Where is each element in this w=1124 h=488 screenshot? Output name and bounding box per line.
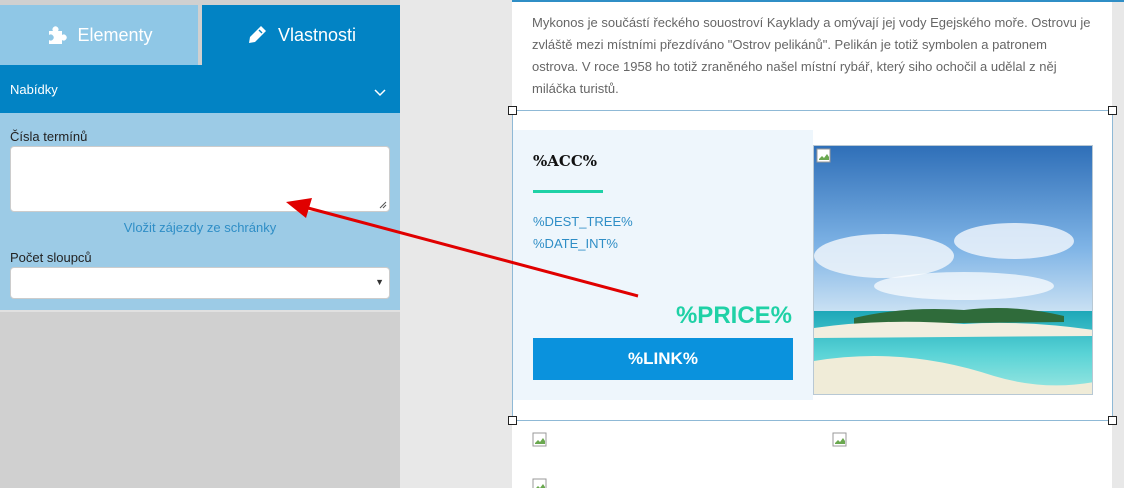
price-placeholder: %PRICE% [675, 302, 792, 329]
tab-elements-label: Elementy [77, 24, 153, 45]
chevron-down-icon[interactable] [374, 85, 386, 100]
puzzle-icon [45, 24, 68, 46]
resize-grip-icon[interactable] [379, 201, 387, 209]
paste-from-clipboard-link[interactable]: Vložit zájezdy ze schránky [0, 220, 400, 235]
sidebar-tabs: Elementy Vlastnosti [0, 5, 400, 65]
tab-properties[interactable]: Vlastnosti [202, 5, 400, 65]
columns-select[interactable]: ▼ [10, 267, 390, 299]
selection-handle[interactable] [1108, 416, 1117, 425]
destination-placeholder: %DEST_TREE% [533, 214, 633, 229]
broken-image-icon [532, 432, 547, 447]
broken-image-icon [816, 148, 831, 163]
offer-link-button[interactable]: %LINK% [533, 338, 793, 380]
document-top-border [512, 0, 1124, 2]
columns-label: Počet sloupců [10, 250, 92, 265]
selection-handle[interactable] [508, 106, 517, 115]
selection-handle[interactable] [508, 416, 517, 425]
terms-label: Čísla termínů [10, 129, 88, 144]
broken-image-icon [832, 432, 847, 447]
section-title: Nabídky [10, 81, 58, 97]
date-placeholder: %DATE_INT% [533, 236, 618, 251]
section-header-offers[interactable]: Nabídky [0, 65, 400, 113]
terms-textarea[interactable] [10, 146, 390, 212]
tab-properties-label: Vlastnosti [277, 24, 357, 45]
intro-paragraph[interactable]: Mykonos je součástí řeckého souostroví K… [532, 12, 1092, 100]
broken-image-icon [532, 478, 547, 488]
accommodation-placeholder: %ACC% [533, 152, 598, 170]
pencil-icon [246, 24, 268, 46]
offer-settings-form: Čísla termínů Vložit zájezdy ze schránky… [0, 113, 400, 310]
beach-photo [813, 145, 1093, 395]
divider [0, 310, 400, 312]
tab-elements[interactable]: Elementy [0, 5, 198, 65]
accent-divider [533, 190, 603, 193]
dropdown-arrow-icon: ▼ [375, 277, 384, 287]
sidebar: Elementy Vlastnosti Nabídky Čísla termín… [0, 0, 400, 488]
selection-handle[interactable] [1108, 106, 1117, 115]
